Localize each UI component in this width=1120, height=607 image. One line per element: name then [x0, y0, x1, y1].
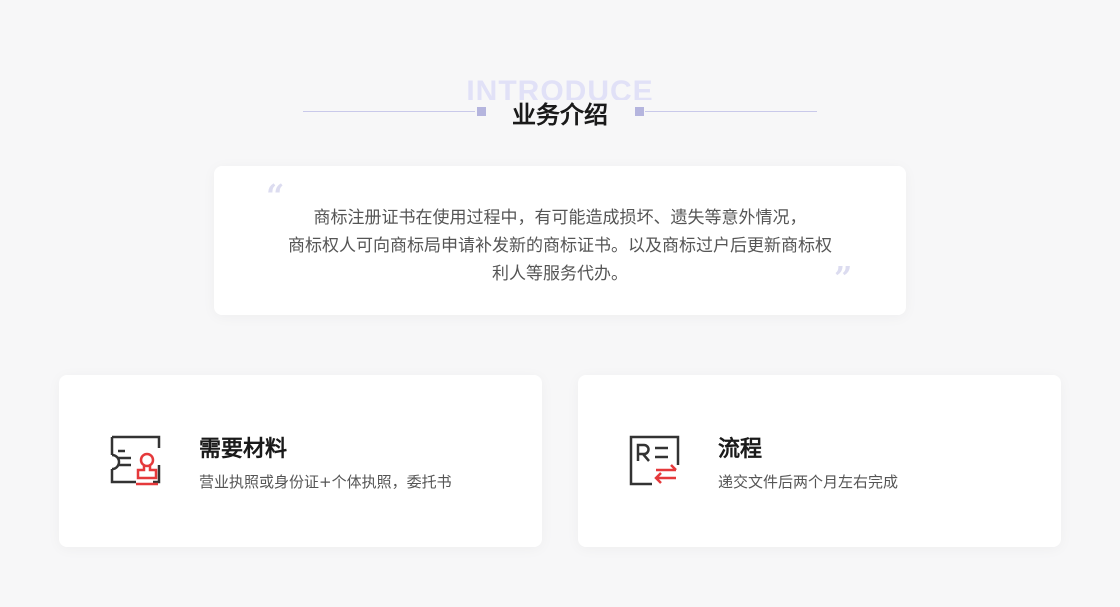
header-divider-right	[645, 111, 817, 112]
registered-transfer-icon	[629, 435, 680, 486]
intro-line: 利人等服务代办。	[492, 264, 628, 284]
process-desc: 递交文件后两个月左右完成	[718, 473, 899, 491]
document-stamp-icon	[110, 435, 161, 486]
materials-desc: 营业执照或身份证+个体执照，委托书	[199, 473, 452, 491]
intro-text: 商标注册证书在使用过程中，有可能造成损坏、遗失等意外情况， 商标权人可向商标局申…	[254, 204, 866, 288]
close-quote-icon: ”	[834, 259, 853, 297]
section-header: INTRODUCE 业务介绍	[0, 70, 1120, 130]
intro-line: 商标权人可向商标局申请补发新的商标证书。以及商标过户后更新商标权	[288, 236, 832, 256]
materials-title: 需要材料	[199, 437, 288, 462]
process-card: 流程 递交文件后两个月左右完成	[578, 375, 1061, 547]
materials-card: 需要材料 营业执照或身份证+个体执照，委托书	[59, 375, 542, 547]
intro-quote-card: “ 商标注册证书在使用过程中，有可能造成损坏、遗失等意外情况， 商标权人可向商标…	[214, 166, 906, 315]
process-title: 流程	[718, 437, 763, 462]
intro-line: 商标注册证书在使用过程中，有可能造成损坏、遗失等意外情况，	[313, 208, 807, 228]
section-title: 业务介绍	[512, 101, 608, 129]
header-dot-right	[635, 107, 644, 116]
